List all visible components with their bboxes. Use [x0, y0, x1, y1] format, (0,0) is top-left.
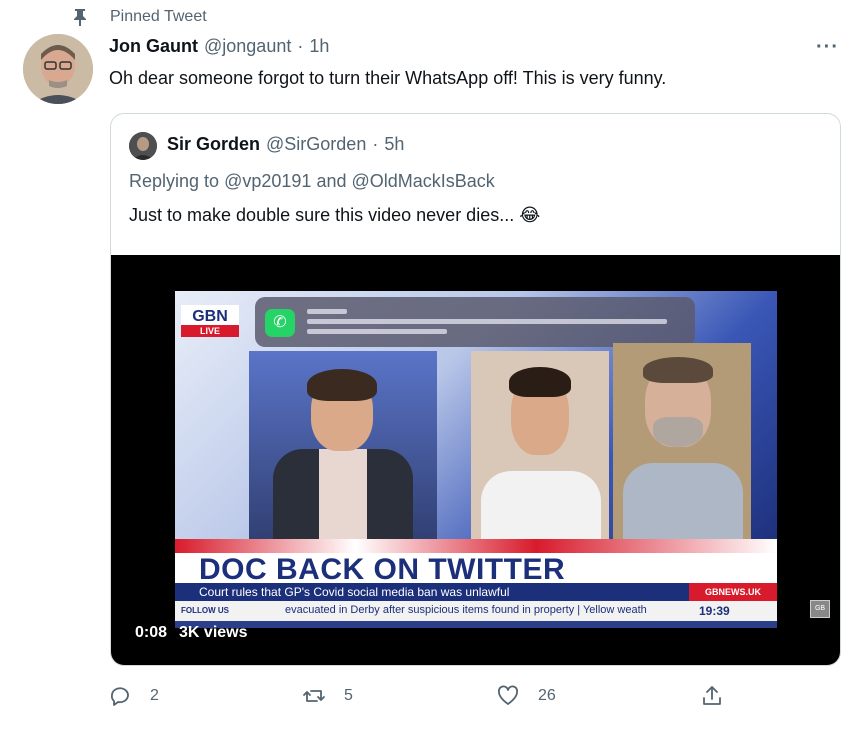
notification-line: [307, 319, 667, 324]
whatsapp-notification: ✆: [255, 297, 695, 347]
quoted-avatar-image: [129, 132, 157, 160]
corner-badge: GB: [810, 600, 830, 618]
ticker-text: evacuated in Derby after suspicious item…: [285, 604, 647, 616]
lower-third-headline: DOC BACK ON TWITTER: [175, 553, 777, 586]
quoted-avatar[interactable]: [129, 132, 157, 160]
separator: ·: [297, 36, 304, 56]
tweet-text: Oh dear someone forgot to turn their Wha…: [109, 68, 667, 88]
tweet-author: Jon Gaunt @jongaunt · 1h: [109, 36, 329, 57]
video-views: 3K views: [179, 624, 248, 641]
video-player[interactable]: GBN LIVE ✆ DOC BACK ON TWITTER Court rul…: [111, 255, 840, 665]
network-tag: GBNEWS.UK: [689, 583, 777, 601]
share-icon: [703, 686, 721, 705]
tweet-actions: 2 5 26: [108, 684, 728, 712]
subline-text: Court rules that GP's Covid social media…: [199, 585, 510, 599]
like-count: 26: [538, 687, 556, 704]
retweet-icon: [303, 690, 325, 702]
headline-text: DOC BACK ON TWITTER: [199, 553, 566, 586]
quoted-time[interactable]: 5h: [384, 134, 404, 155]
video-stats: 0:08 3K views: [135, 624, 248, 642]
quoted-tweet[interactable]: Sir Gorden @SirGorden · 5h Replying to @…: [110, 113, 841, 666]
replying-and: and: [316, 171, 347, 191]
quoted-author-handle[interactable]: @SirGorden: [266, 134, 366, 155]
quoted-author: Sir Gorden @SirGorden · 5h: [167, 134, 404, 155]
live-badge: LIVE: [181, 325, 239, 337]
guest-video: [471, 351, 609, 541]
video-frame: GBN LIVE ✆ DOC BACK ON TWITTER Court rul…: [175, 291, 777, 628]
ticker-clock: 19:39: [699, 604, 730, 618]
mention-link[interactable]: @vp20191: [224, 171, 311, 191]
follow-label: FOLLOW US: [181, 606, 229, 615]
notification-line: [307, 329, 447, 334]
whatsapp-icon: ✆: [265, 309, 295, 337]
avatar[interactable]: [23, 34, 93, 104]
video-duration: 0:08: [135, 624, 168, 641]
reply-button[interactable]: 2: [108, 684, 159, 708]
reply-count: 2: [150, 687, 159, 704]
reply-icon: [110, 687, 129, 706]
avatar-image: [23, 34, 93, 104]
quoted-author-name[interactable]: Sir Gorden: [167, 134, 260, 155]
like-button[interactable]: 26: [496, 684, 556, 708]
author-name[interactable]: Jon Gaunt: [109, 36, 198, 57]
more-options-icon[interactable]: ···: [816, 36, 839, 59]
news-ticker: FOLLOW US evacuated in Derby after suspi…: [175, 601, 777, 621]
lower-third-subline: Court rules that GP's Covid social media…: [175, 583, 777, 601]
pin-icon: [74, 9, 86, 26]
retweet-count: 5: [344, 687, 353, 704]
presenter: [249, 351, 437, 551]
notification-line: [307, 309, 347, 314]
author-handle[interactable]: @jongaunt: [204, 36, 291, 57]
quoted-separator: ·: [372, 134, 379, 154]
heart-icon: [498, 685, 518, 705]
mention-link[interactable]: @OldMackIsBack: [352, 171, 495, 191]
replying-to: Replying to @vp20191 and @OldMackIsBack: [129, 171, 495, 192]
replying-prefix: Replying to: [129, 171, 220, 191]
share-button[interactable]: [700, 684, 724, 708]
quoted-text: Just to make double sure this video neve…: [129, 205, 541, 225]
guest-video: [613, 343, 751, 541]
tweet-time[interactable]: 1h: [309, 36, 329, 57]
pinned-label: Pinned Tweet: [110, 8, 207, 25]
retweet-button[interactable]: 5: [302, 684, 353, 708]
